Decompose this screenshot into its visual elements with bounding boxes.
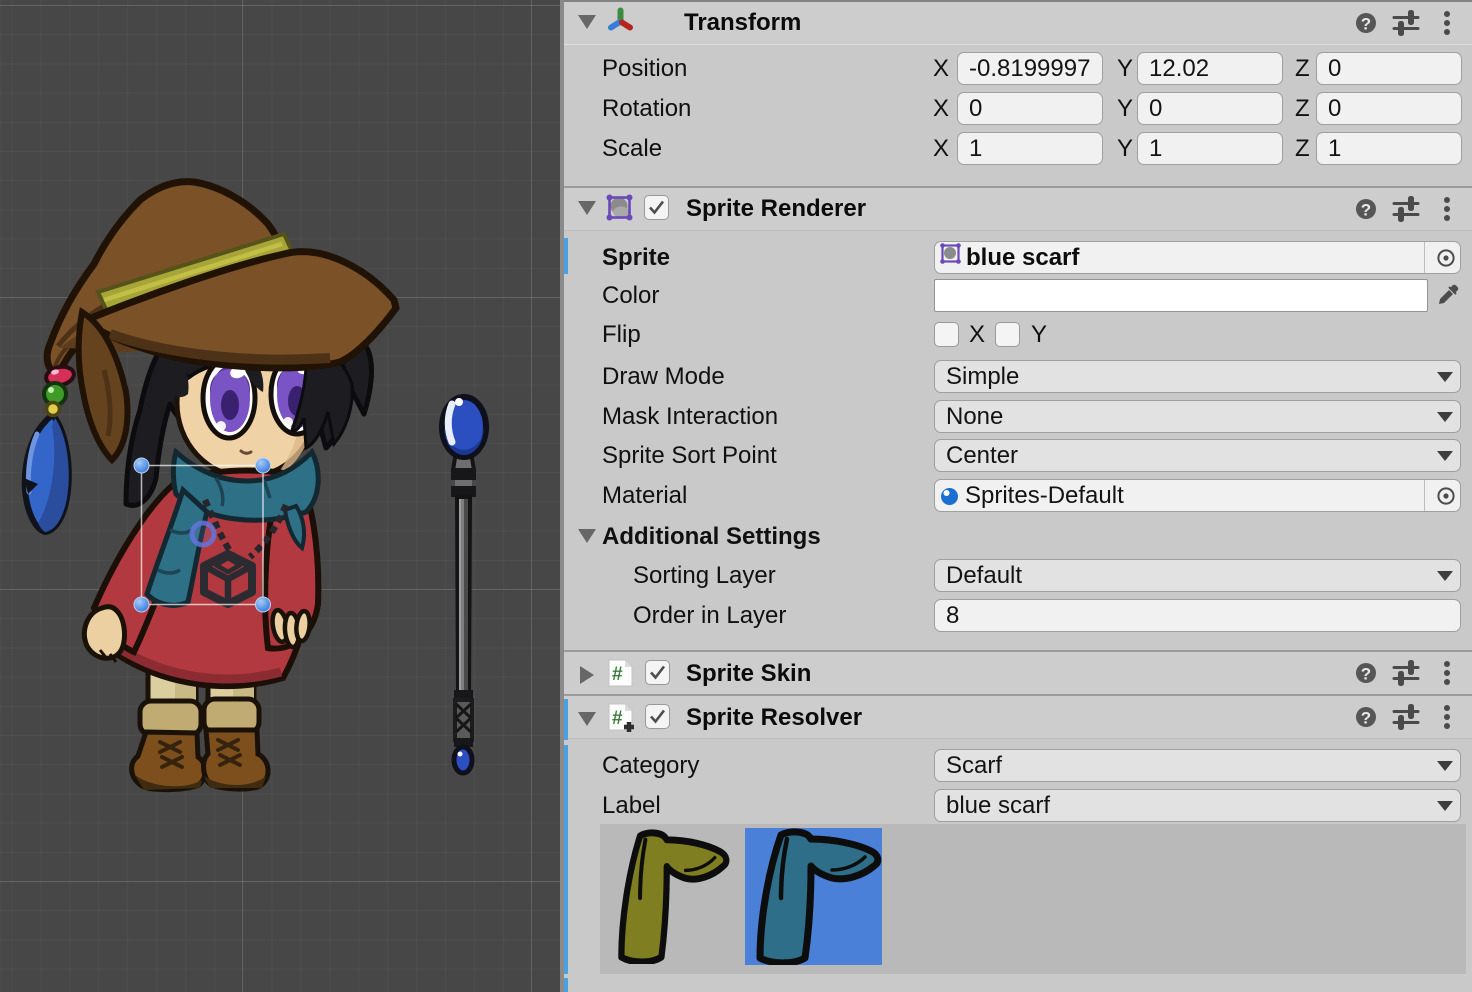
svg-text:?: ? bbox=[1361, 665, 1371, 684]
svg-text:?: ? bbox=[1361, 709, 1371, 728]
svg-text:#: # bbox=[612, 708, 623, 729]
svg-text:?: ? bbox=[1361, 15, 1371, 34]
svg-text:?: ? bbox=[1361, 201, 1371, 220]
svg-text:#: # bbox=[612, 664, 623, 685]
